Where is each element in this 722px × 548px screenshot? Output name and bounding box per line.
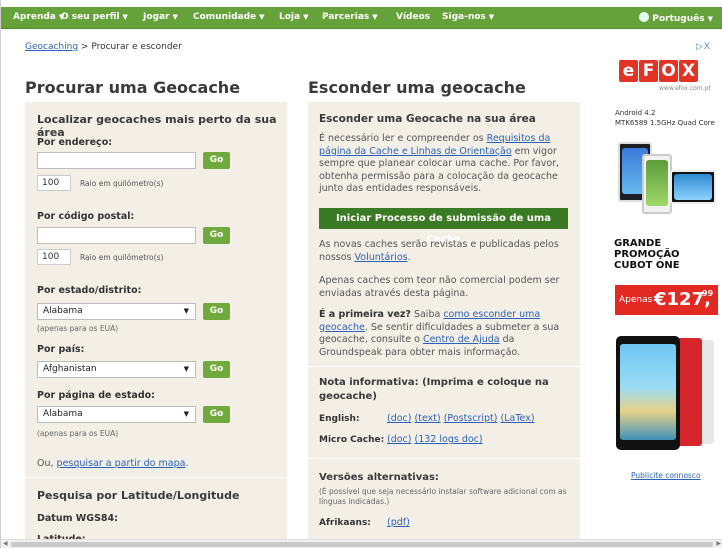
- state-select[interactable]: Alabama ▼: [37, 303, 196, 320]
- start-submission-button[interactable]: Iniciar Processo de submissão de uma Cac…: [319, 208, 568, 245]
- divider: [308, 458, 580, 459]
- address-label: Por endereço:: [37, 137, 113, 148]
- page: Aprenda ▼ O seu perfil ▼ Jogar ▼ Comunidade…: [0, 0, 722, 548]
- nav-item-videos[interactable]: Vídeos: [396, 12, 430, 22]
- address-go-button[interactable]: Go: [203, 152, 230, 169]
- country-go-button[interactable]: Go: [203, 361, 230, 378]
- country-select[interactable]: Afghanistan ▼: [37, 361, 196, 378]
- postal-go-button[interactable]: Go: [203, 227, 230, 244]
- scroll-left-icon[interactable]: ◀: [3, 540, 8, 547]
- afrikaans-links: (pdf): [387, 517, 410, 530]
- chevron-down-icon: ▼: [488, 13, 495, 21]
- volunteers-link[interactable]: Voluntários: [355, 252, 408, 263]
- ad-line-1: Android 4.2: [615, 109, 656, 117]
- hide-panel: Esconder uma Geocache na sua área É nece…: [308, 102, 580, 542]
- promo-title: GRANDE PROMOÇÃO CUBOT ONE: [614, 238, 680, 271]
- afrikaans-label: Afrikaans:: [319, 518, 371, 528]
- help-center-link[interactable]: Centro de Ajuda: [423, 334, 500, 345]
- efox-logo: eFOX www.efox.com.pt: [619, 60, 711, 92]
- divider: [308, 366, 580, 367]
- guidelines-paragraph: É necessário ler e compreender os Requis…: [319, 133, 560, 194]
- dropdown-arrow-icon: ▼: [183, 410, 189, 418]
- note-title: Nota informativa: (Imprima e coloque na …: [319, 377, 549, 402]
- english-doc-link[interactable]: (doc): [387, 413, 411, 424]
- state-label: Por estado/distrito:: [37, 285, 142, 296]
- radius-label: Raio em quilómetro(s): [80, 179, 164, 188]
- micro-logs-link[interactable]: (132 logs doc): [415, 434, 483, 445]
- phones-image: [614, 136, 718, 226]
- map-search-line: Ou, pesquisar a partir do mapa.: [37, 458, 189, 469]
- noncommercial-paragraph: Apenas caches com teor não comercial pod…: [319, 275, 560, 299]
- micro-cache-links: (doc) (132 logs doc): [387, 434, 483, 447]
- nav-item-comunidade[interactable]: Comunidade ▼: [193, 12, 265, 22]
- english-postscript-link[interactable]: (Postscript): [444, 413, 498, 424]
- chevron-down-icon: ▼: [303, 13, 309, 21]
- english-text-link[interactable]: (text): [415, 413, 441, 424]
- chevron-down-icon: ▼: [259, 13, 265, 21]
- chevron-down-icon: ▼: [372, 13, 378, 21]
- english-links: (doc) (text) (Postscript) (LaTex): [387, 413, 535, 426]
- nav-item-perfil[interactable]: O seu perfil ▼: [61, 12, 128, 22]
- breadcrumb: Geocaching > Procurar e esconder: [25, 42, 182, 52]
- state-go-button[interactable]: Go: [203, 303, 230, 320]
- country-label: Por país:: [37, 344, 85, 355]
- english-latex-link[interactable]: (LaTex): [501, 413, 535, 424]
- language-selector[interactable]: Português ▼: [639, 12, 713, 24]
- address-input[interactable]: [37, 152, 196, 169]
- hide-heading: Esconder uma geocache: [308, 78, 526, 97]
- latlon-title: Pesquisa por Latitude/Longitude: [37, 489, 240, 502]
- review-paragraph: As novas caches serão revistas e publica…: [319, 239, 559, 263]
- datum-label: Datum WGS84:: [37, 513, 118, 524]
- alt-versions-title: Versões alternativas:: [319, 472, 439, 483]
- address-radius-input[interactable]: 100: [37, 175, 71, 191]
- find-heading: Procurar uma Geocache: [25, 78, 241, 97]
- scroll-right-icon[interactable]: ▶: [716, 540, 721, 547]
- breadcrumb-current: Procurar e esconder: [91, 42, 182, 52]
- nav-item-aprenda[interactable]: Aprenda ▼: [13, 12, 64, 22]
- english-label: English:: [319, 414, 360, 424]
- divider: [25, 477, 287, 478]
- micro-cache-label: Micro Cache:: [319, 435, 385, 445]
- dropdown-arrow-icon: ▼: [183, 365, 189, 373]
- chevron-down-icon: ▼: [122, 13, 128, 21]
- first-time-paragraph: É a primeira vez? Saiba como esconder um…: [319, 309, 560, 358]
- ad-line-2: MTK6589 1.5GHz Quad Core: [615, 119, 715, 127]
- usa-only-note: (apenas para os EUA): [37, 429, 119, 438]
- micro-doc-link[interactable]: (doc): [387, 434, 411, 445]
- advertise-link[interactable]: Publicite connosco: [631, 471, 701, 480]
- nav-item-siga-nos[interactable]: Siga-nos ▼: [442, 12, 494, 22]
- radius-label: Raio em quilómetro(s): [80, 253, 164, 262]
- globe-icon: [639, 12, 650, 22]
- chevron-down-icon: ▼: [172, 13, 178, 21]
- state-page-go-button[interactable]: Go: [203, 406, 230, 423]
- nav-item-jogar[interactable]: Jogar ▼: [143, 12, 178, 22]
- map-search-link[interactable]: pesquisar a partir do mapa: [57, 458, 186, 469]
- state-page-label: Por página de estado:: [37, 390, 155, 401]
- horizontal-scrollbar[interactable]: ◀ ▶: [1, 539, 722, 548]
- nav-item-loja[interactable]: Loja ▼: [279, 12, 308, 22]
- afrikaans-pdf-link[interactable]: (pdf): [387, 517, 410, 528]
- chevron-down-icon: ▼: [707, 15, 713, 23]
- breadcrumb-link-geocaching[interactable]: Geocaching: [25, 42, 78, 52]
- state-page-select[interactable]: Alabama ▼: [37, 406, 196, 423]
- find-section-title: Localizar geocaches mais perto da sua ár…: [37, 113, 277, 139]
- price-badge: Apenas €127, 99: [615, 285, 718, 315]
- scrollbar-thumb[interactable]: [11, 542, 713, 547]
- find-panel: Localizar geocaches mais perto da sua ár…: [25, 102, 287, 545]
- alt-versions-note: (É possível que seja necessário instalar…: [319, 487, 567, 506]
- hide-section-title: Esconder uma Geocache na sua área: [319, 113, 536, 125]
- phone-image: [616, 336, 716, 454]
- postal-radius-input[interactable]: 100: [37, 249, 71, 265]
- nav-item-parcerias[interactable]: Parcerias ▼: [322, 12, 378, 22]
- usa-only-note: (apenas para os EUA): [37, 324, 119, 333]
- top-nav: Aprenda ▼ O seu perfil ▼ Jogar ▼ Comunidade…: [1, 7, 722, 29]
- dropdown-arrow-icon: ▼: [183, 307, 189, 315]
- postal-input[interactable]: [37, 227, 196, 244]
- adchoices-icon[interactable]: ▷X: [696, 41, 716, 52]
- postal-label: Por código postal:: [37, 211, 135, 222]
- advertisement[interactable]: eFOX www.efox.com.pt Android 4.2 MTK6589…: [604, 56, 722, 486]
